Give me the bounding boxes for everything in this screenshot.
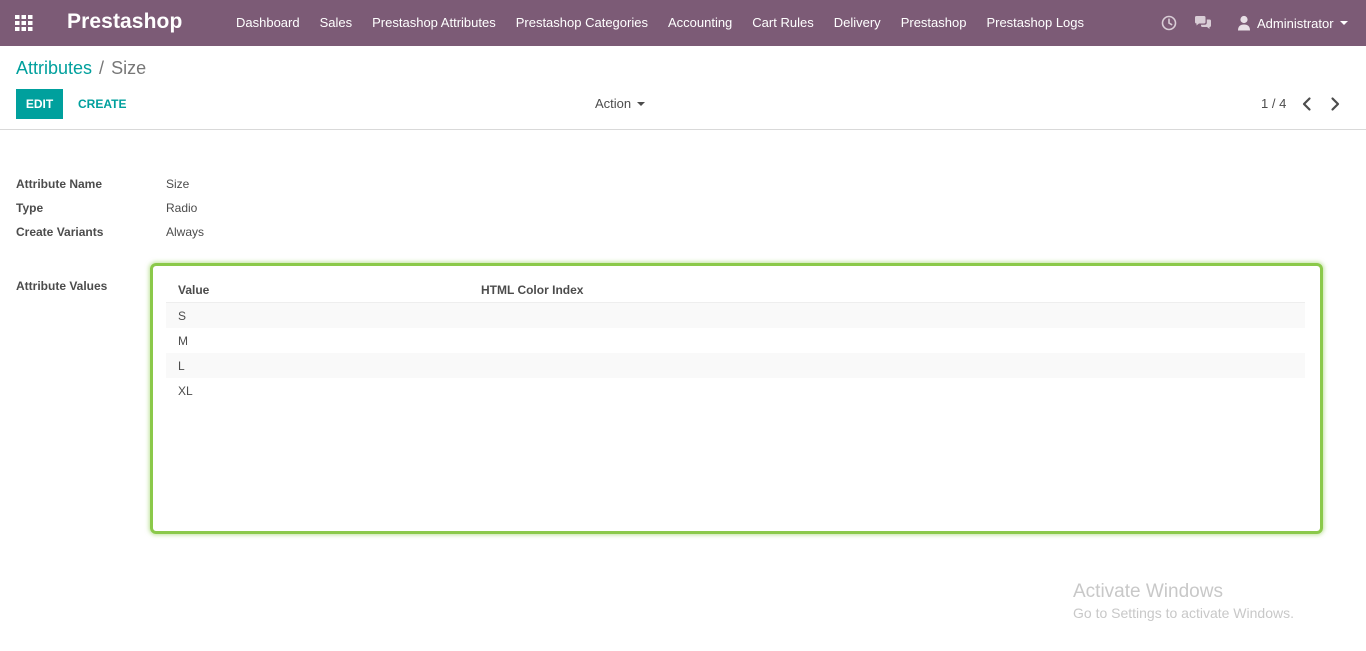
value-cell: M [178, 334, 188, 348]
pager-value[interactable]: 1 / 4 [1261, 89, 1286, 119]
action-dropdown[interactable]: Action [595, 89, 646, 119]
menu-item-cart-rules[interactable]: Cart Rules [742, 0, 823, 46]
table-row[interactable]: XL [166, 378, 1305, 403]
attribute-name-label: Attribute Name [16, 177, 103, 191]
column-header-value[interactable]: Value [178, 283, 209, 297]
value-cell: S [178, 309, 187, 323]
create-button[interactable]: CREATE [70, 89, 134, 119]
brand-name[interactable]: Prestashop [67, 10, 182, 34]
table-row[interactable]: S [166, 303, 1305, 328]
main-menu: Dashboard Sales Prestashop Attributes Pr… [226, 0, 1094, 46]
value-cell: L [178, 359, 185, 373]
apps-grid-icon[interactable] [15, 15, 33, 31]
user-menu[interactable]: Administrator [1237, 0, 1348, 46]
breadcrumb-separator: / [99, 58, 105, 78]
table-row[interactable]: L [166, 353, 1305, 378]
menu-item-prestashop-attributes[interactable]: Prestashop Attributes [362, 0, 506, 46]
menu-item-sales[interactable]: Sales [310, 0, 363, 46]
menu-item-accounting[interactable]: Accounting [658, 0, 742, 46]
chevron-down-icon [1339, 21, 1348, 25]
type-label: Type [16, 201, 44, 215]
control-panel-divider [0, 129, 1366, 130]
menu-item-prestashop-logs[interactable]: Prestashop Logs [976, 0, 1094, 46]
menu-item-dashboard[interactable]: Dashboard [226, 0, 310, 46]
action-dropdown-label: Action [595, 96, 632, 111]
type-value: Radio [166, 201, 198, 215]
menu-item-delivery[interactable]: Delivery [824, 0, 891, 46]
menu-item-prestashop-categories[interactable]: Prestashop Categories [506, 0, 658, 46]
watermark-title: Activate Windows [1073, 581, 1223, 602]
table-header: Value HTML Color Index [166, 278, 1305, 303]
attribute-values-label: Attribute Values [16, 279, 108, 293]
activate-windows-watermark: Activate Windows Go to Settings to activ… [1073, 581, 1294, 621]
top-navbar: Prestashop Dashboard Sales Prestashop At… [0, 0, 1366, 46]
attribute-name-value: Size [166, 177, 190, 191]
chevron-right-icon[interactable] [1328, 96, 1342, 112]
create-variants-value: Always [166, 225, 205, 239]
user-icon [1237, 15, 1251, 31]
clock-icon[interactable] [1159, 13, 1179, 33]
value-cell: XL [178, 384, 193, 398]
chat-icon[interactable] [1193, 13, 1213, 33]
breadcrumb-attributes-link[interactable]: Attributes [16, 58, 92, 79]
user-name: Administrator [1257, 15, 1334, 31]
column-header-html-color-index[interactable]: HTML Color Index [481, 283, 583, 297]
breadcrumb: Attributes / Size [16, 58, 146, 79]
attribute-values-table: Value HTML Color Index S M L XL [166, 278, 1305, 403]
chevron-down-icon [637, 102, 646, 106]
table-row[interactable]: M [166, 328, 1305, 353]
edit-button[interactable]: EDIT [16, 89, 63, 119]
watermark-subtitle: Go to Settings to activate Windows. [1073, 605, 1294, 621]
breadcrumb-current: Size [111, 58, 147, 78]
create-variants-label: Create Variants [16, 225, 104, 239]
menu-item-prestashop[interactable]: Prestashop [891, 0, 977, 46]
chevron-left-icon[interactable] [1300, 96, 1314, 112]
